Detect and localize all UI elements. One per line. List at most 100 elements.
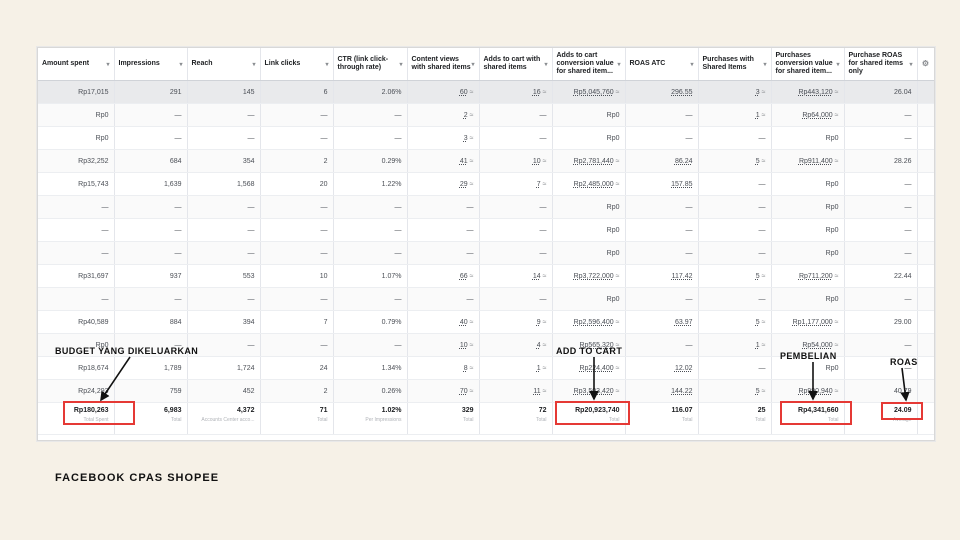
sort-chevron-icon[interactable]: ▾	[106, 61, 109, 69]
column-header[interactable]: Purchase ROAS for shared items only ▾	[844, 48, 918, 81]
cell-value[interactable]: Rp1,177,000	[793, 319, 833, 326]
table-cell: 60 ≈	[407, 80, 480, 104]
table-row[interactable]: — — — — — — — Rp0 — — Rp0 —	[38, 195, 934, 219]
cell-value: Rp0	[606, 111, 620, 119]
cell-value: 2.06%	[381, 88, 402, 96]
sort-chevron-icon[interactable]: ▾	[325, 61, 328, 69]
table-cell-spacer	[917, 218, 934, 242]
cell-value[interactable]: 10	[460, 342, 468, 349]
comparison-icon: ≈	[467, 180, 474, 188]
cell-value[interactable]: Rp443,120	[798, 89, 832, 96]
cell-value[interactable]: 10	[533, 158, 541, 165]
cell-value[interactable]: Rp2,781,440	[574, 158, 614, 165]
table-row[interactable]: Rp32,252 684 354 2 0.29% 41 ≈10 ≈ Rp2,781,440 …	[38, 149, 934, 173]
cell-value[interactable]: Rp64,000	[802, 112, 832, 119]
total-value: 72	[538, 407, 547, 414]
cell-value[interactable]: Rp3,722,000	[574, 273, 614, 280]
cell-value: —	[685, 341, 693, 349]
table-row[interactable]: — — — — — — — Rp0 — — Rp0 —	[38, 218, 934, 242]
cell-value[interactable]: 86.24	[675, 158, 693, 165]
cell-value[interactable]: 60	[460, 89, 468, 96]
table-cell: 759	[114, 379, 188, 403]
column-header[interactable]: Amount spent ▾	[38, 48, 115, 81]
sort-chevron-icon[interactable]: ▾	[909, 61, 912, 69]
sort-chevron-icon[interactable]: ▾	[690, 61, 693, 69]
cell-value[interactable]: 12.02	[675, 365, 693, 372]
table-cell: —	[187, 195, 261, 219]
column-header[interactable]: Link clicks ▾	[260, 48, 334, 81]
sort-chevron-icon[interactable]: ▾	[836, 61, 839, 69]
table-row[interactable]: Rp31,697 937 553 10 1.07% 66 ≈14 ≈ Rp3,722,000…	[38, 264, 934, 288]
table-cell: 0.29%	[333, 149, 408, 173]
table-row[interactable]: — — — — — — — Rp0 — — Rp0 —	[38, 287, 934, 311]
column-header[interactable]: Reach ▾	[187, 48, 261, 81]
table-row[interactable]: Rp40,589 884 394 7 0.79% 40 ≈9 ≈ Rp2,596,400 ≈…	[38, 310, 934, 334]
cell-value[interactable]: 70	[460, 388, 468, 395]
cell-value[interactable]: Rp3,503,420	[574, 388, 614, 395]
cell-value[interactable]: 14	[533, 273, 541, 280]
table-cell: Rp2,485,000 ≈	[552, 172, 626, 196]
cell-value: 1,789	[163, 364, 182, 372]
cell-value[interactable]: 117.42	[672, 273, 693, 280]
comparison-icon: ≈	[467, 88, 474, 96]
table-cell: —	[333, 195, 408, 219]
sort-chevron-icon[interactable]: ▾	[617, 61, 620, 69]
gear-icon[interactable]: ⚙	[917, 48, 934, 81]
cell-value[interactable]: Rp5,045,760	[574, 89, 614, 96]
sort-chevron-icon[interactable]: ▾	[763, 61, 766, 69]
column-header[interactable]: Impressions ▾	[114, 48, 188, 81]
cell-value: 1.22%	[381, 180, 402, 188]
table-cell-spacer	[917, 172, 934, 196]
table-row[interactable]: Rp0— — — —2 ≈ — Rp0—1 ≈ Rp64,000 ≈ —	[38, 103, 934, 127]
table-cell: 1.22%	[333, 172, 408, 196]
sort-chevron-icon[interactable]: ▾	[252, 61, 255, 69]
cell-value[interactable]: 66	[460, 273, 468, 280]
column-header[interactable]: Purchases conversion value for shared it…	[771, 48, 845, 81]
cell-value: Rp0	[95, 134, 109, 142]
column-header[interactable]: Purchases with Shared Items ▾	[698, 48, 772, 81]
cell-value[interactable]: Rp711,200	[799, 273, 833, 280]
cell-value: —	[394, 249, 402, 257]
cell-value[interactable]: Rp2,485,000	[574, 181, 614, 188]
cell-value: —	[758, 249, 766, 257]
cell-value[interactable]: 29	[460, 181, 468, 188]
cell-value[interactable]: Rp2,596,400	[574, 319, 614, 326]
table-cell: Rp31,697	[38, 264, 115, 288]
total-sublabel: Total	[535, 417, 547, 423]
table-row[interactable]: Rp15,743 1,639 1,568 20 1.22% 29 ≈7 ≈ Rp2,485,…	[38, 172, 934, 196]
table-row[interactable]: — — — — — — — Rp0 — — Rp0 —	[38, 241, 934, 265]
cell-value[interactable]: Rp911,400	[799, 158, 833, 165]
cell-value[interactable]: 63.97	[675, 319, 693, 326]
table-row[interactable]: Rp0 — — — — 3 ≈ — Rp0 — — Rp0 —	[38, 126, 934, 150]
cell-value[interactable]: Rp990,940	[798, 388, 832, 395]
sort-chevron-icon[interactable]: ▾	[179, 61, 182, 69]
table-cell: 1,639	[114, 172, 188, 196]
cell-value[interactable]: Rp54,000	[802, 342, 832, 349]
sort-chevron-icon[interactable]: ▾	[471, 61, 474, 69]
table-cell: —	[844, 126, 918, 150]
sort-chevron-icon[interactable]: ▾	[399, 61, 402, 69]
table-cell: —	[479, 103, 553, 127]
total-sublabel: Per Impressions	[365, 417, 402, 423]
column-header[interactable]: Adds to cart conversion value for shared…	[552, 48, 626, 81]
table-row[interactable]: Rp17,015 291 145 6 2.06% 60 ≈16 ≈ Rp5,045,760 …	[38, 80, 934, 104]
cell-value[interactable]: Rp224,400	[579, 365, 613, 372]
table-row[interactable]: Rp24,293 759 452 2 0.26% 70 ≈11 ≈ Rp3,503,420 …	[38, 379, 934, 403]
table-cell: —	[187, 218, 261, 242]
column-header[interactable]: Adds to cart with shared items ▾	[479, 48, 553, 81]
cell-value[interactable]: 11	[533, 388, 540, 395]
cell-value[interactable]: 144.22	[671, 388, 692, 395]
cell-value: —	[539, 203, 547, 211]
cell-value[interactable]: 40	[460, 319, 468, 326]
cell-value[interactable]: 16	[533, 89, 541, 96]
table-cell: —	[38, 241, 115, 265]
cell-value[interactable]: 157.85	[671, 181, 692, 188]
cell-value[interactable]: 41	[460, 158, 468, 165]
column-header[interactable]: Content views with shared items ▾	[407, 48, 480, 81]
sort-chevron-icon[interactable]: ▾	[544, 61, 547, 69]
table-cell: 144.22	[625, 379, 699, 403]
cell-value[interactable]: 296.55	[671, 89, 692, 96]
column-header[interactable]: CTR (link click-through rate) ▾	[333, 48, 408, 81]
table-cell: —	[844, 218, 918, 242]
column-header[interactable]: ROAS ATC ▾	[625, 48, 699, 81]
